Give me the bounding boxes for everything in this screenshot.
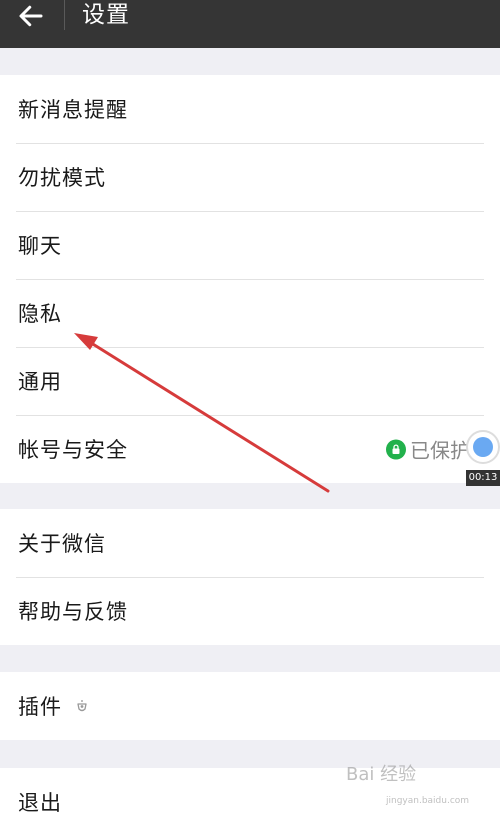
watermark-subtext: jingyan.baidu.com <box>386 796 470 806</box>
watermark-text: Bai 经验 <box>346 764 417 785</box>
annotation-arrow <box>74 333 330 493</box>
watermark-logo: Bai 经验 jingyan.baidu.com <box>346 760 496 812</box>
